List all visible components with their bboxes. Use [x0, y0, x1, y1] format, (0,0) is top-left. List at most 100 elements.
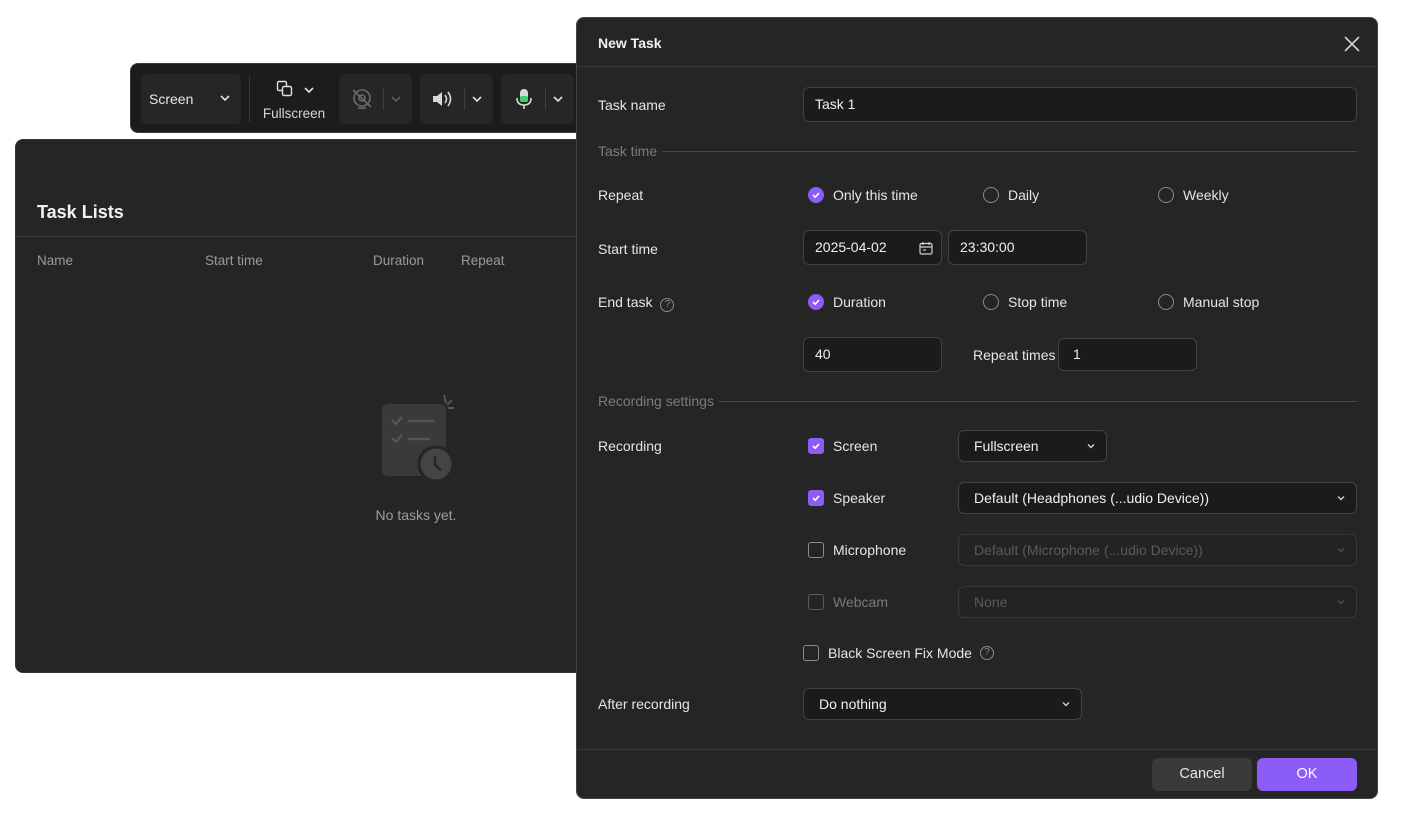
- radio-unchecked-icon: [1158, 294, 1174, 310]
- end-task-label-text: End task: [598, 294, 653, 310]
- microphone-device-value: Default (Microphone (...udio Device)): [974, 542, 1203, 558]
- column-header-name: Name: [37, 253, 74, 268]
- webcam-device-select: None: [958, 586, 1357, 618]
- recorder-toolbar: Screen Fullscreen: [130, 63, 600, 133]
- capture-source-select[interactable]: Screen: [141, 74, 241, 124]
- end-option-manual-stop-label: Manual stop: [1183, 294, 1260, 310]
- after-recording-value: Do nothing: [819, 696, 887, 712]
- segment-divider: [464, 88, 465, 110]
- dialog-footer-divider: [577, 749, 1377, 750]
- duration-input[interactable]: 40: [803, 337, 942, 372]
- start-time-label: Start time: [598, 241, 658, 257]
- radio-unchecked-icon: [983, 187, 999, 203]
- chevron-down-icon: [1062, 702, 1070, 707]
- chevron-down-icon: [1337, 548, 1345, 553]
- task-name-label: Task name: [598, 97, 666, 113]
- new-task-dialog: New Task Task name Task 1 Task time Repe…: [576, 17, 1378, 799]
- repeat-option-once-label: Only this time: [833, 187, 918, 203]
- after-recording-label: After recording: [598, 696, 690, 712]
- empty-tasks-text: No tasks yet.: [375, 507, 457, 523]
- ok-button[interactable]: OK: [1257, 758, 1357, 791]
- start-date-input[interactable]: 2025-04-02: [803, 230, 942, 265]
- start-date-value: 2025-04-02: [815, 239, 887, 255]
- repeat-label: Repeat: [598, 187, 644, 203]
- checkbox-unchecked-icon: [808, 594, 824, 610]
- column-header-repeat: Repeat: [461, 253, 505, 268]
- calendar-icon[interactable]: [919, 241, 933, 255]
- help-icon[interactable]: ?: [979, 646, 994, 660]
- microphone-checkbox[interactable]: Microphone: [808, 542, 906, 558]
- end-task-label: End task?: [598, 294, 675, 312]
- chevron-down-icon: [304, 87, 314, 94]
- radio-unchecked-icon: [983, 294, 999, 310]
- end-option-duration[interactable]: Duration: [808, 294, 886, 310]
- repeat-option-weekly-label: Weekly: [1183, 187, 1229, 203]
- after-recording-select[interactable]: Do nothing: [803, 688, 1082, 720]
- radio-checked-icon: [808, 294, 824, 310]
- repeat-option-daily[interactable]: Daily: [983, 187, 1039, 203]
- checkbox-checked-icon: [808, 490, 824, 506]
- task-name-input[interactable]: Task 1: [803, 87, 1357, 122]
- microphone-toggle[interactable]: [501, 74, 574, 124]
- dialog-header-divider: [577, 66, 1377, 67]
- repeat-option-once[interactable]: Only this time: [808, 187, 918, 203]
- chevron-down-icon: [220, 95, 230, 102]
- repeat-option-weekly[interactable]: Weekly: [1158, 187, 1229, 203]
- webcam-toggle[interactable]: [339, 74, 412, 124]
- task-list-window: Task Lists Name Start time Duration Repe…: [15, 139, 615, 673]
- end-option-stop-time-label: Stop time: [1008, 294, 1068, 310]
- checkbox-unchecked-icon: [808, 542, 824, 558]
- fullscreen-mode-button[interactable]: Fullscreen: [255, 72, 333, 126]
- section-divider: [719, 401, 1357, 402]
- close-icon[interactable]: [1343, 35, 1361, 53]
- black-screen-fix-checkbox[interactable]: Black Screen Fix Mode ?: [803, 645, 994, 661]
- capture-source-label: Screen: [149, 91, 194, 107]
- help-icon[interactable]: ?: [660, 298, 675, 312]
- end-option-duration-label: Duration: [833, 294, 886, 310]
- microphone-icon: [516, 89, 532, 109]
- section-divider: [662, 151, 1357, 152]
- webcam-device-value: None: [974, 594, 1008, 610]
- black-screen-fix-label: Black Screen Fix Mode: [828, 645, 972, 661]
- repeat-option-daily-label: Daily: [1008, 187, 1040, 203]
- radio-unchecked-icon: [1158, 187, 1174, 203]
- repeat-times-input[interactable]: 1: [1058, 338, 1197, 371]
- speaker-device-value: Default (Headphones (...udio Device)): [974, 490, 1210, 506]
- section-task-time: Task time: [598, 143, 658, 159]
- task-list-divider: [16, 236, 614, 237]
- radio-checked-icon: [808, 187, 824, 203]
- speaker-toggle[interactable]: [420, 74, 493, 124]
- task-list-title: Task Lists: [37, 202, 124, 222]
- toolbar-divider: [249, 76, 250, 122]
- chevron-down-icon: [1337, 496, 1345, 501]
- repeat-times-label: Repeat times: [973, 347, 1056, 363]
- screen-mode-select[interactable]: Fullscreen: [958, 430, 1107, 462]
- checkbox-checked-icon: [808, 438, 824, 454]
- empty-tasks-icon: [382, 394, 455, 482]
- recording-label: Recording: [598, 438, 662, 454]
- webcam-checkbox-label: Webcam: [833, 594, 888, 610]
- start-clock-input[interactable]: 23:30:00: [948, 230, 1087, 265]
- speaker-checkbox-label: Speaker: [833, 490, 886, 506]
- fullscreen-mode-label: Fullscreen: [262, 106, 326, 121]
- chevron-down-icon[interactable]: [552, 93, 564, 105]
- speaker-icon: [433, 91, 452, 107]
- end-option-stop-time[interactable]: Stop time: [983, 294, 1067, 310]
- chevron-down-icon[interactable]: [471, 93, 483, 105]
- screen-mode-value: Fullscreen: [974, 438, 1039, 454]
- screen-checkbox[interactable]: Screen: [808, 438, 877, 454]
- webcam-checkbox[interactable]: Webcam: [808, 594, 888, 610]
- screen-checkbox-label: Screen: [833, 438, 878, 454]
- microphone-checkbox-label: Microphone: [833, 542, 907, 558]
- speaker-checkbox[interactable]: Speaker: [808, 490, 885, 506]
- chevron-down-icon: [1087, 444, 1095, 449]
- speaker-device-select[interactable]: Default (Headphones (...udio Device)): [958, 482, 1357, 514]
- cancel-button[interactable]: Cancel: [1152, 758, 1252, 791]
- column-header-duration: Duration: [373, 253, 425, 268]
- column-header-start-time: Start time: [205, 253, 263, 268]
- microphone-device-select: Default (Microphone (...udio Device)): [958, 534, 1357, 566]
- end-option-manual-stop[interactable]: Manual stop: [1158, 294, 1259, 310]
- chevron-down-icon[interactable]: [390, 93, 402, 105]
- fullscreen-icon: [276, 80, 293, 97]
- chevron-down-icon: [1337, 600, 1345, 605]
